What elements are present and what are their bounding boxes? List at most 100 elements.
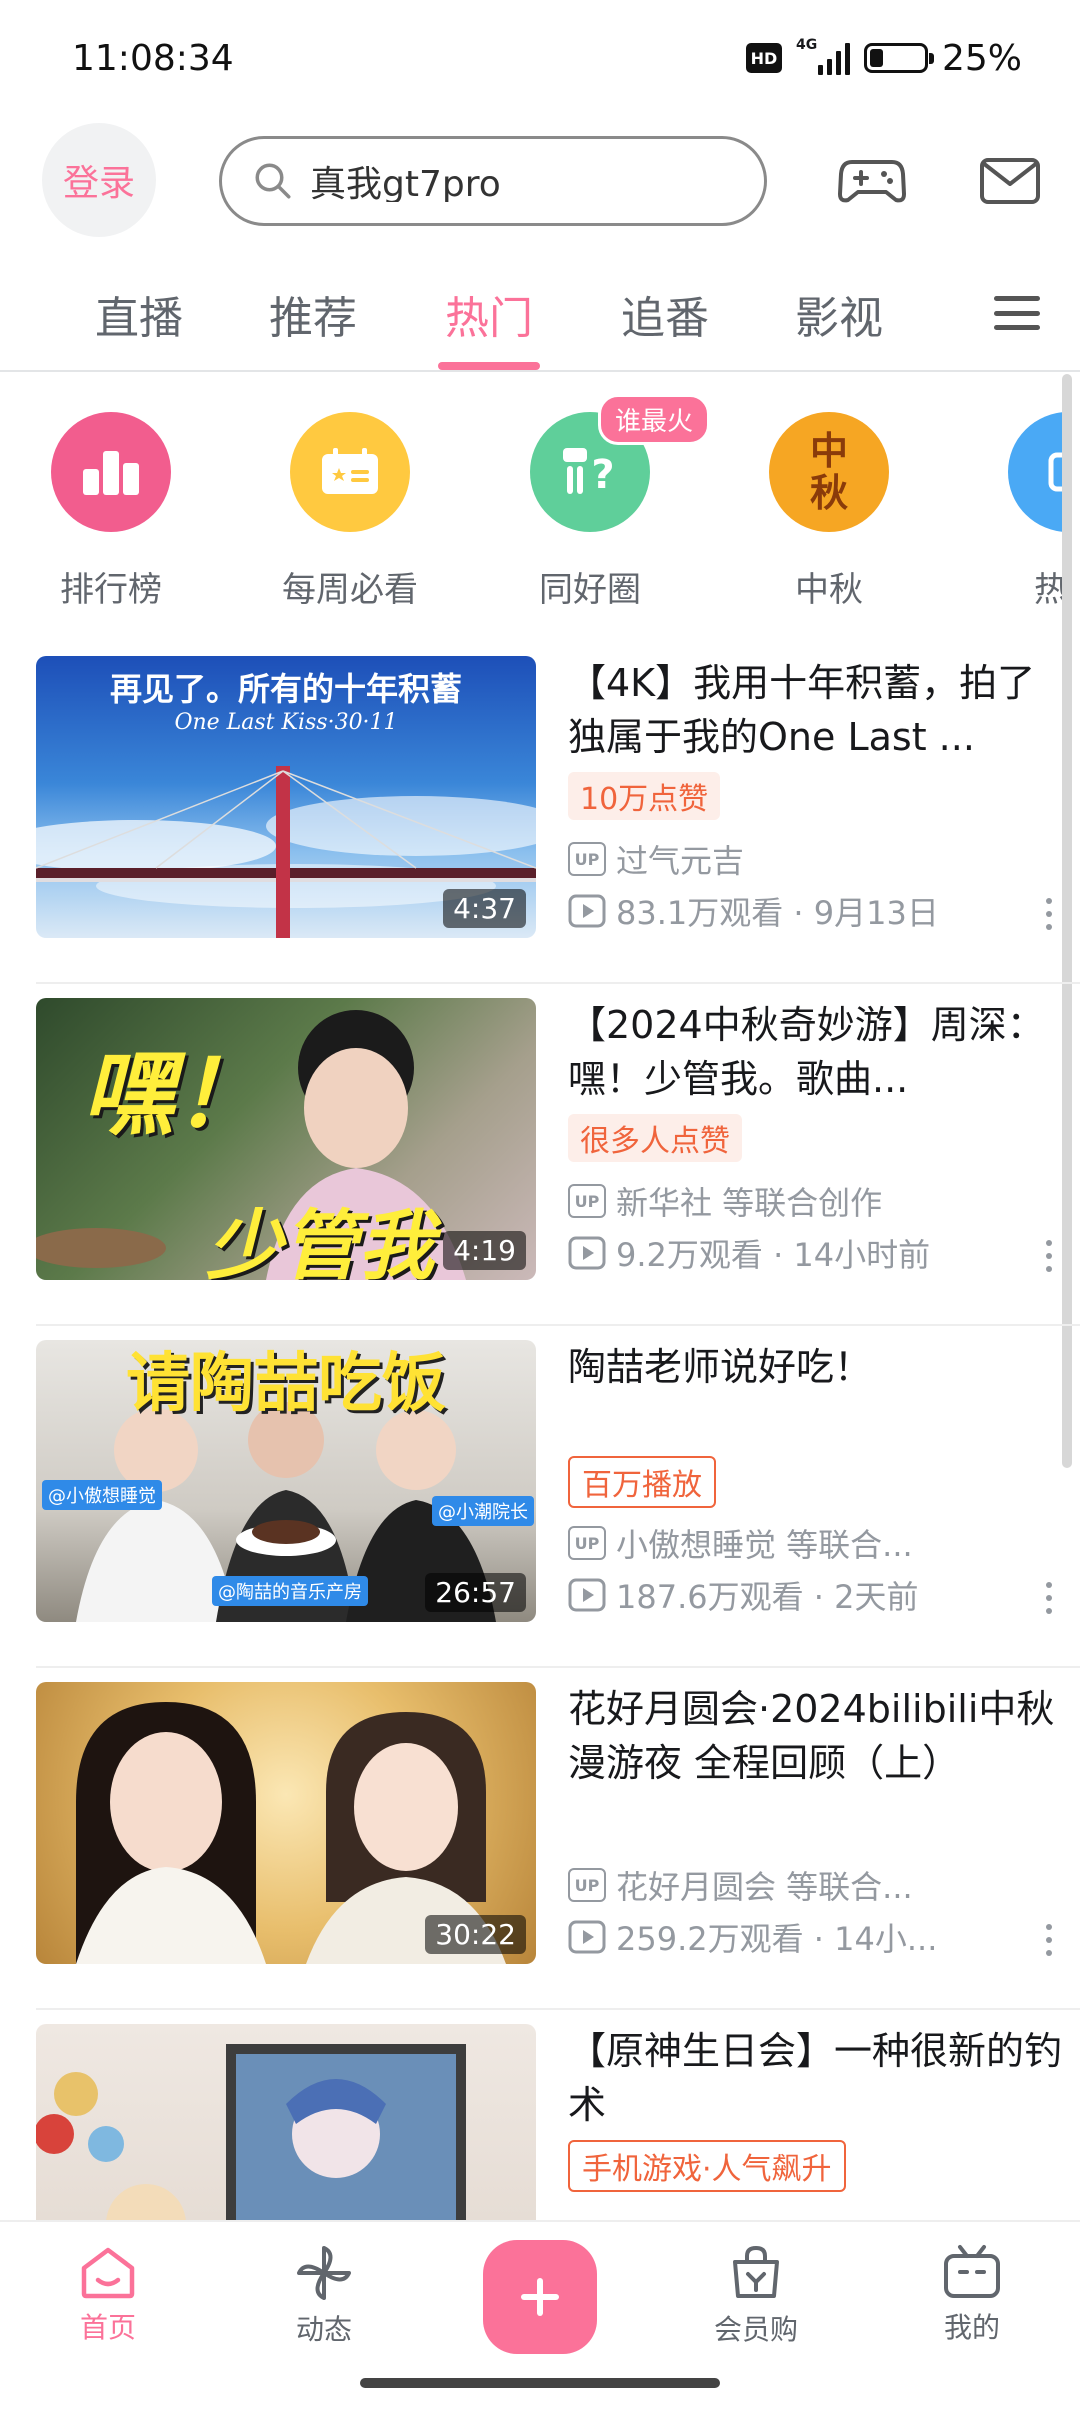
ranking-icon <box>51 412 171 532</box>
uploader-name: 花好月圆会 等联合... <box>616 1868 913 1906</box>
windmill-icon <box>297 2246 351 2300</box>
tv-profile-icon <box>944 2245 1000 2298</box>
hotspot-icon <box>1008 412 1062 532</box>
video-badge: 10万点赞 <box>568 772 721 820</box>
category-weekly[interactable]: 每周必看 <box>250 412 450 611</box>
nav-label: 我的 <box>943 2311 1000 2344</box>
thumbnail-tag: @小傲想睡觉 <box>42 1480 162 1510</box>
plus-icon <box>521 2278 559 2316</box>
video-title[interactable]: 陶喆老师说好吃！ <box>568 1340 1068 1448</box>
video-info: 【原神生日会】一种很新的钓术 手机游戏·人气飙升 <box>568 2024 1068 2220</box>
video-badge: 很多人点赞 <box>568 1114 742 1162</box>
uploader-row[interactable]: UP 过气元吉 <box>568 836 744 882</box>
nav-vip-shop[interactable]: 会员购 <box>676 2244 836 2348</box>
thumbnail-caption: 嘿！ <box>82 1041 267 1148</box>
video-card[interactable]: 请陶喆吃饭 @小傲想睡觉 @小潮院长 @陶喆的音乐产房 26:57 陶喆老师说好… <box>36 1324 1080 1668</box>
stats-row: 187.6万观看 · 2天前 <box>568 1572 919 1618</box>
video-card[interactable]: 【原神生日会】一种很新的钓术 手机游戏·人气飙升 <box>36 2008 1080 2220</box>
more-options-icon[interactable] <box>1034 1920 1064 1960</box>
thumbnail-tag: @小潮院长 <box>432 1496 534 1526</box>
status-icons: HD 4G 25% <box>745 36 1022 80</box>
more-options-icon[interactable] <box>1034 1236 1064 1276</box>
video-stats: 9.2万观看 · 14小时前 <box>616 1236 931 1274</box>
play-count-icon <box>568 1236 606 1270</box>
nav-profile[interactable]: 我的 <box>892 2244 1052 2346</box>
more-options-icon[interactable] <box>1034 894 1064 934</box>
nav-label: 动态 <box>295 2313 352 2346</box>
up-icon: UP <box>568 1868 606 1902</box>
mail-icon[interactable] <box>974 145 1046 217</box>
active-tab-indicator <box>438 362 540 370</box>
uploader-row[interactable]: UP 小傲想睡觉 等联合... <box>568 1520 913 1566</box>
category-label: 同好圈 <box>539 570 641 610</box>
hd-icon: HD <box>745 43 782 73</box>
home-icon <box>81 2247 135 2299</box>
video-duration: 30:22 <box>425 1915 526 1954</box>
up-icon: UP <box>568 842 606 876</box>
network-type: 4G <box>795 37 818 53</box>
battery-percent: 25% <box>941 37 1022 79</box>
stats-row: 83.1万观看 · 9月13日 <box>568 888 939 934</box>
search-icon <box>255 163 291 199</box>
svg-text:?: ? <box>591 452 614 498</box>
home-indicator <box>360 2378 720 2388</box>
search-bar[interactable] <box>219 136 767 226</box>
uploader-row[interactable]: UP 新华社 等联合创作 <box>568 1178 882 1224</box>
signal-icon: 4G <box>796 37 850 75</box>
publish-button[interactable] <box>483 2240 597 2354</box>
search-input[interactable] <box>310 160 740 202</box>
login-button[interactable]: 登录 <box>42 123 156 237</box>
stats-row: 259.2万观看 · 14小... <box>568 1914 937 1960</box>
top-header: 登录 <box>0 120 1080 240</box>
video-thumbnail[interactable]: 请陶喆吃饭 @小傲想睡觉 @小潮院长 @陶喆的音乐产房 26:57 <box>36 1340 536 1622</box>
video-duration: 26:57 <box>425 1573 526 1612</box>
mid-autumn-icon-text: 中秋 <box>809 429 848 515</box>
tab-anime[interactable]: 追番 <box>621 282 709 346</box>
tab-menu-icon[interactable] <box>994 290 1040 336</box>
play-count-icon <box>568 1920 606 1954</box>
video-duration: 4:37 <box>443 889 526 928</box>
tab-hot[interactable]: 热门 <box>445 282 533 346</box>
category-badge: 谁最火 <box>598 394 711 445</box>
thumbnail-caption: 请陶喆吃饭 <box>126 1347 446 1421</box>
uploader-name: 过气元吉 <box>616 842 745 880</box>
video-title[interactable]: 【原神生日会】一种很新的钓术 <box>568 2024 1068 2132</box>
uploader-row[interactable]: UP 花好月圆会 等联合... <box>568 1862 913 1908</box>
video-thumbnail[interactable]: 再见了。所有的十年积蓄 One Last Kiss·30·11 4:37 <box>36 656 536 938</box>
category-hotspot[interactable]: 热点 <box>968 412 1062 611</box>
video-duration: 4:19 <box>443 1231 526 1270</box>
video-thumbnail[interactable] <box>36 2024 536 2220</box>
weekly-icon <box>290 412 410 532</box>
video-stats: 259.2万观看 · 14小... <box>616 1920 938 1958</box>
play-count-icon <box>568 1578 606 1612</box>
uploader-name: 小傲想睡觉 等联合... <box>616 1526 913 1564</box>
tab-live[interactable]: 直播 <box>95 282 183 346</box>
category-label: 热点 <box>1034 570 1062 610</box>
nav-home[interactable]: 首页 <box>28 2244 188 2346</box>
game-controller-icon[interactable] <box>836 145 908 217</box>
video-card[interactable]: 30:22 花好月圆会·2024bilibili中秋漫游夜 全程回顾（上） UP… <box>36 1666 1080 2010</box>
video-title[interactable]: 花好月圆会·2024bilibili中秋漫游夜 全程回顾（上） <box>568 1682 1068 1790</box>
video-thumbnail[interactable]: 嘿！ 少管我 4:19 <box>36 998 536 1280</box>
video-info: 【2024中秋奇妙游】周深：嘿！少管我。歌曲... 很多人点赞 UP 新华社 等… <box>568 998 1068 1280</box>
category-mid-autumn[interactable]: 中秋 中秋 <box>729 412 929 611</box>
status-time: 11:08:34 <box>72 38 234 79</box>
more-options-icon[interactable] <box>1034 1578 1064 1618</box>
thumbnail-caption: 再见了。所有的十年积蓄 <box>109 670 462 708</box>
category-label: 每周必看 <box>282 570 418 610</box>
video-title[interactable]: 【2024中秋奇妙游】周深：嘿！少管我。歌曲... <box>568 998 1068 1106</box>
video-info: 【4K】我用十年积蓄，拍了独属于我的One Last ... 10万点赞 UP … <box>568 656 1068 938</box>
video-title[interactable]: 【4K】我用十年积蓄，拍了独属于我的One Last ... <box>568 656 1068 764</box>
tab-movies[interactable]: 影视 <box>795 282 883 346</box>
status-bar: 11:08:34 HD 4G 25% <box>0 0 1080 120</box>
video-card[interactable]: 嘿！ 少管我 4:19 【2024中秋奇妙游】周深：嘿！少管我。歌曲... 很多… <box>36 982 1080 1326</box>
category-ranking[interactable]: 排行榜 <box>11 412 211 611</box>
video-stats: 187.6万观看 · 2天前 <box>616 1578 919 1616</box>
video-card[interactable]: 再见了。所有的十年积蓄 One Last Kiss·30·11 4:37 【4K… <box>36 640 1080 984</box>
category-label: 排行榜 <box>60 570 162 610</box>
up-icon: UP <box>568 1526 606 1560</box>
nav-dynamic[interactable]: 动态 <box>244 2244 404 2348</box>
battery-icon <box>863 43 934 73</box>
tab-recommend[interactable]: 推荐 <box>269 282 357 346</box>
video-thumbnail[interactable]: 30:22 <box>36 1682 536 1964</box>
